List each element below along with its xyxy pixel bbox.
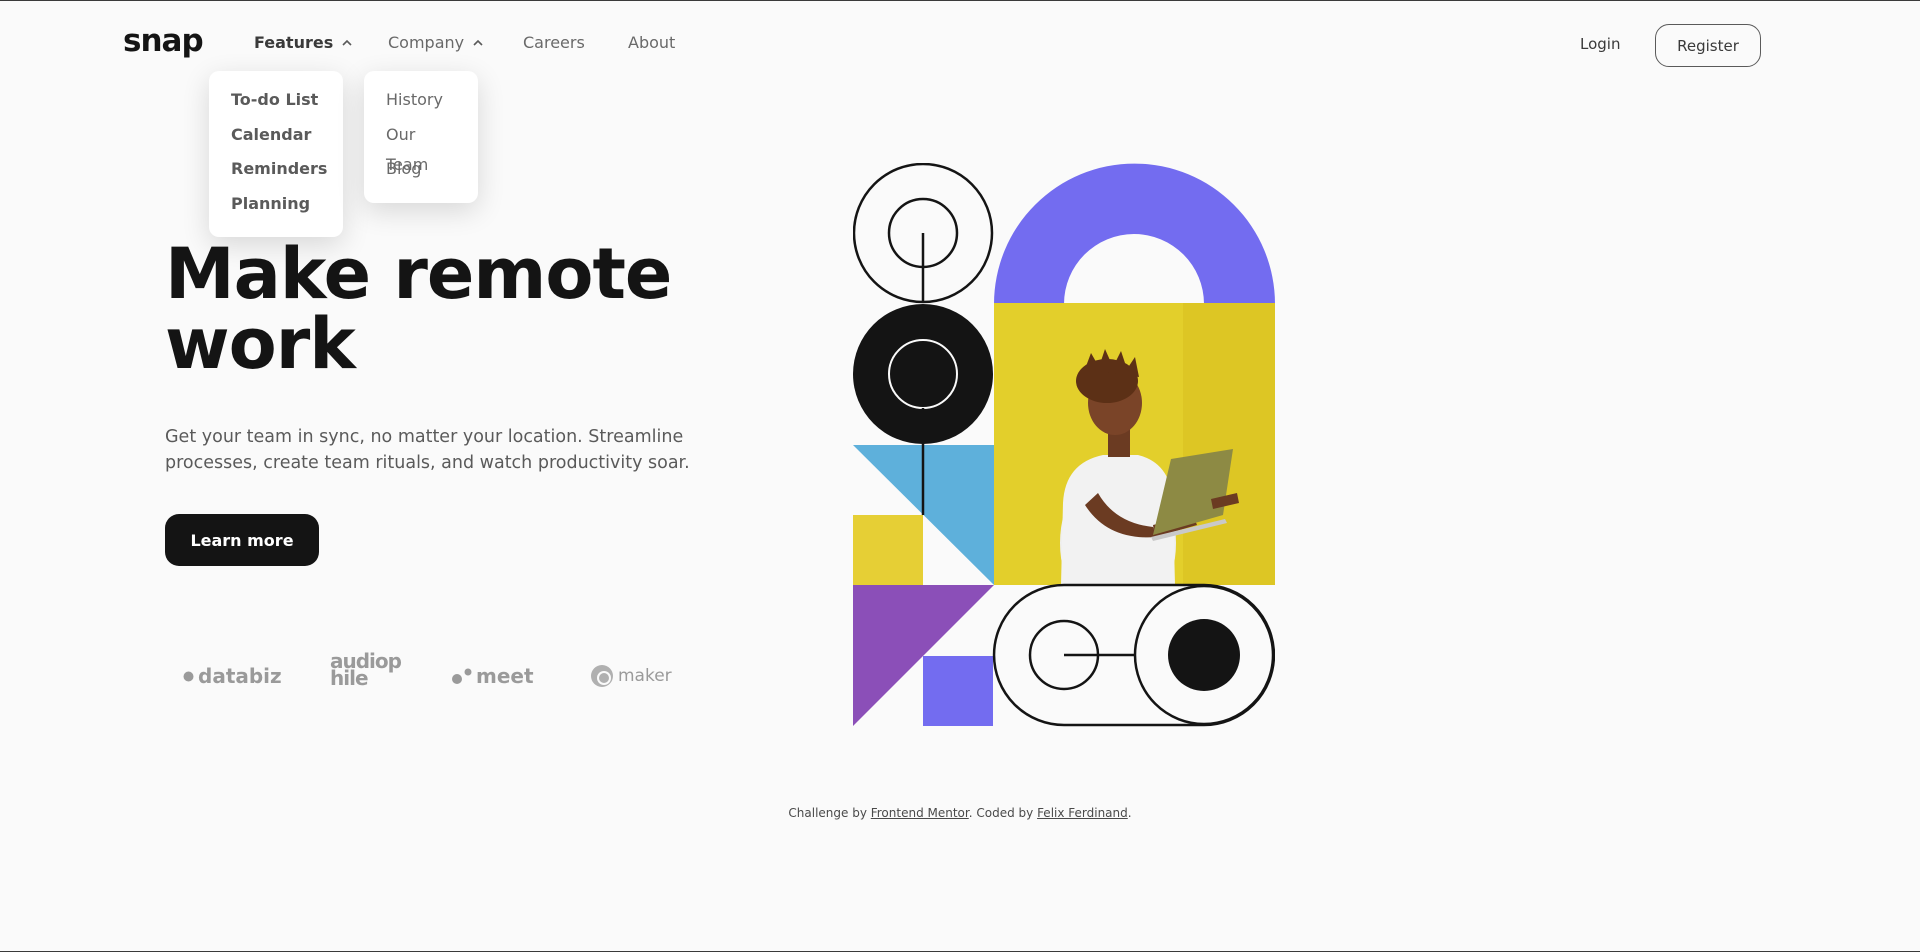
hero-title: Make remote work bbox=[165, 239, 725, 379]
client-name-audiophile: audiophile bbox=[330, 649, 402, 690]
client-name-meet: meet bbox=[476, 664, 534, 688]
purple-square-shape bbox=[923, 656, 993, 726]
company-menu-item-history[interactable]: History bbox=[386, 85, 456, 120]
learn-more-button[interactable]: Learn more bbox=[165, 514, 319, 566]
frontend-mentor-link[interactable]: Frontend Mentor bbox=[871, 806, 969, 820]
chevron-up-icon bbox=[342, 39, 352, 46]
nav-features[interactable]: Features bbox=[254, 33, 353, 52]
chevron-up-icon bbox=[473, 39, 483, 46]
nav-company[interactable]: Company bbox=[388, 33, 484, 52]
yellow-square-shape bbox=[853, 515, 923, 585]
company-menu-item-team[interactable]: Our Team bbox=[386, 120, 456, 174]
hero-description: Get your team in sync, no matter your lo… bbox=[165, 427, 690, 473]
features-menu-item-planning[interactable]: Planning bbox=[231, 189, 321, 224]
login-link[interactable]: Login bbox=[1580, 35, 1620, 53]
nav-careers[interactable]: Careers bbox=[523, 33, 585, 52]
dots-icon bbox=[452, 668, 472, 684]
features-menu-item-reminders[interactable]: Reminders bbox=[231, 154, 327, 189]
maker-logo-icon bbox=[591, 665, 613, 687]
client-logo-meet: meet bbox=[452, 664, 534, 688]
nav-about[interactable]: About bbox=[628, 33, 675, 52]
client-logo-databiz: databiz bbox=[183, 664, 282, 688]
company-menu-item-blog[interactable]: Blog bbox=[386, 154, 456, 189]
features-dropdown: To-do List Calendar Reminders Planning bbox=[209, 71, 343, 237]
footer-suffix: . bbox=[1127, 806, 1132, 820]
purple-arch-shape bbox=[994, 163, 1275, 304]
client-name-maker: maker bbox=[618, 666, 672, 686]
footer-prefix: Challenge by bbox=[788, 806, 871, 820]
person-photo bbox=[994, 303, 1275, 586]
nav-company-label: Company bbox=[388, 33, 465, 52]
footer-middle: . Coded by bbox=[968, 806, 1038, 820]
client-logo-maker: maker bbox=[590, 664, 672, 688]
hero-title-line2: work bbox=[165, 303, 356, 385]
features-menu-item-todo[interactable]: To-do List bbox=[231, 85, 321, 120]
features-menu-item-calendar[interactable]: Calendar bbox=[231, 120, 321, 155]
client-name-databiz: databiz bbox=[198, 664, 282, 688]
nav-features-label: Features bbox=[254, 33, 334, 52]
client-logo-audiophile: audiophile bbox=[330, 649, 402, 690]
hero-illustration bbox=[853, 163, 1275, 727]
footer-attribution: Challenge by Frontend Mentor. Coded by F… bbox=[0, 806, 1920, 820]
logo[interactable]: snap bbox=[123, 23, 204, 59]
register-button[interactable]: Register bbox=[1655, 24, 1761, 67]
author-link[interactable]: Felix Ferdinand bbox=[1037, 806, 1128, 820]
company-dropdown: History Our Team Blog bbox=[364, 71, 478, 203]
dot-icon bbox=[183, 671, 194, 681]
